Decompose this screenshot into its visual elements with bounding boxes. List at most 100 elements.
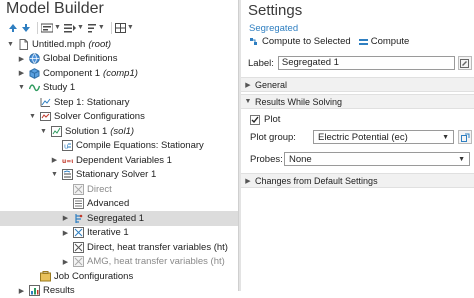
edit-label-icon (460, 59, 469, 68)
settings-title: Settings (248, 2, 302, 19)
settings-pane: Settings Segregated Compute to Selected … (241, 0, 474, 291)
iterative-icon (72, 227, 84, 239)
show-icon (41, 23, 53, 33)
tree-item[interactable]: ▶AMG, heat transfer variables (ht) (0, 255, 238, 270)
tree-item-label: Advanced (87, 198, 129, 209)
plot-checkbox[interactable] (250, 115, 260, 125)
label-caption: Label: (248, 58, 274, 69)
tree-item[interactable]: ▼ Untitled.mph(root) (0, 37, 238, 52)
arrow-up-icon (8, 23, 18, 33)
tree-item[interactable]: Direct, heat transfer variables (ht) (0, 240, 238, 255)
grid-icon (115, 23, 126, 33)
collapse-arrow-icon[interactable]: ▼ (50, 171, 59, 178)
tree-item[interactable]: Step 1: Stationary (0, 95, 238, 110)
probes-value: None (289, 154, 312, 165)
chevron-down-icon: ▼ (98, 24, 105, 31)
tree-item[interactable]: ▼ Stationary Solver 1 (0, 168, 238, 183)
tree-item-label: Stationary Solver 1 (76, 169, 156, 180)
check-icon (251, 116, 259, 124)
tree-item-label: Component 1 (43, 68, 100, 79)
compute-to-selected-button[interactable]: Compute to Selected (249, 36, 351, 47)
move-down-button[interactable] (21, 23, 31, 33)
compute-button[interactable]: Compute (359, 36, 410, 47)
direct-ht-icon (72, 241, 84, 253)
probes-select[interactable]: None ▼ (284, 152, 470, 166)
collapse-arrow-icon[interactable]: ▼ (28, 113, 37, 120)
svg-text:u: u (64, 143, 68, 151)
settings-actions: Compute to Selected Compute (249, 36, 417, 47)
label-input[interactable]: Segregated 1 (278, 56, 455, 70)
tree-item[interactable]: ▶ Global Definitions (0, 52, 238, 67)
section-changes-from-default[interactable]: ▶ Changes from Default Settings (241, 173, 474, 188)
solution-icon (50, 125, 62, 137)
expand-arrow-icon[interactable]: ▶ (50, 156, 59, 164)
direct-icon (72, 183, 84, 195)
tree-item[interactable]: ▶ Iterative 1 (0, 226, 238, 241)
tree-item-label: Direct, heat transfer variables (ht) (87, 242, 228, 253)
tree-item-tag: (root) (88, 39, 111, 50)
compile-icon: u (61, 140, 73, 152)
expand-arrow-icon[interactable]: ▶ (61, 258, 70, 266)
tree-item-label: Untitled.mph (32, 39, 85, 50)
tree-item-tag: (comp1) (103, 68, 138, 79)
solver-config-icon (39, 111, 51, 123)
section-general[interactable]: ▶ General (241, 77, 474, 92)
tree-item[interactable]: ▼ Solution 1(sol1) (0, 124, 238, 139)
collapse-arrow-icon[interactable]: ▼ (17, 84, 26, 91)
tree-item[interactable]: Advanced (0, 197, 238, 212)
go-to-plot-group-button[interactable] (458, 130, 472, 144)
chevron-right-icon: ▶ (241, 81, 255, 89)
model-builder-title: Model Builder (6, 0, 104, 18)
plot-group-select[interactable]: Electric Potential (ec) ▼ (313, 130, 454, 144)
tree-item-label: Solution 1 (65, 126, 107, 137)
tree-item-label: Job Configurations (54, 271, 133, 282)
expand-arrow-icon[interactable]: ▶ (17, 69, 26, 77)
sort-icon (87, 23, 97, 33)
probes-caption: Probes: (250, 154, 284, 165)
file-icon (17, 38, 29, 50)
svg-text:u=u: u=u (62, 158, 73, 165)
globe-icon (28, 53, 40, 65)
expand-arrow-icon[interactable]: ▶ (17, 55, 26, 63)
compute-label: Compute (371, 36, 410, 47)
tree-item-label: Solver Configurations (54, 111, 145, 122)
arrow-down-icon (21, 23, 31, 33)
segregated-icon (72, 212, 84, 224)
compute-to-selected-icon (249, 37, 259, 47)
tree-item[interactable]: Job Configurations (0, 269, 238, 284)
expand-arrow-icon[interactable]: ▶ (61, 229, 70, 237)
tree-item-label: Iterative 1 (87, 227, 129, 238)
tree-item[interactable]: Direct (0, 182, 238, 197)
model-builder-pane: Model Builder ▼ ▼ ▼ ▼ ▼ Untitled.mph(root… (0, 0, 238, 291)
expand-arrow-icon[interactable]: ▶ (61, 214, 70, 222)
model-builder-toolbar: ▼ ▼ ▼ ▼ (8, 20, 137, 35)
tree-item-tag: (sol1) (110, 126, 134, 137)
tree-item[interactable]: u Compile Equations: Stationary (0, 139, 238, 154)
tree-item[interactable]: ▶ Segregated 1 (0, 211, 238, 226)
collapse-arrow-icon[interactable]: ▼ (6, 41, 15, 48)
section-results-label: Results While Solving (255, 97, 342, 107)
reset-label-button[interactable] (458, 56, 472, 70)
stationary-solver-icon (61, 169, 73, 181)
section-general-label: General (255, 80, 287, 90)
step-icon (39, 96, 51, 108)
tree-item-label: Direct (87, 184, 112, 195)
chevron-down-icon: ▼ (241, 98, 255, 105)
tree-item-label: Segregated 1 (87, 213, 144, 224)
move-up-button[interactable] (8, 23, 18, 33)
collapse-arrow-icon[interactable]: ▼ (39, 128, 48, 135)
layout-menu-button[interactable]: ▼ (115, 23, 134, 33)
section-results-while-solving[interactable]: ▼ Results While Solving (241, 94, 474, 109)
tree-item-label: Study 1 (43, 82, 75, 93)
tree-item[interactable]: ▼ Study 1 (0, 81, 238, 96)
sort-menu-button[interactable]: ▼ (87, 23, 105, 33)
tree-item-label: Global Definitions (43, 53, 117, 64)
tree-item[interactable]: ▶u=uDependent Variables 1 (0, 153, 238, 168)
tree-item[interactable]: ▶ Component 1(comp1) (0, 66, 238, 81)
show-menu-button[interactable]: ▼ (41, 23, 61, 33)
plot-group-value: Electric Potential (ec) (318, 132, 408, 143)
tree-item-label: Compile Equations: Stationary (76, 140, 204, 151)
expand-menu-button[interactable]: ▼ (64, 23, 84, 33)
tree-item[interactable]: ▼ Solver Configurations (0, 110, 238, 125)
tree-item-label: Step 1: Stationary (54, 97, 130, 108)
